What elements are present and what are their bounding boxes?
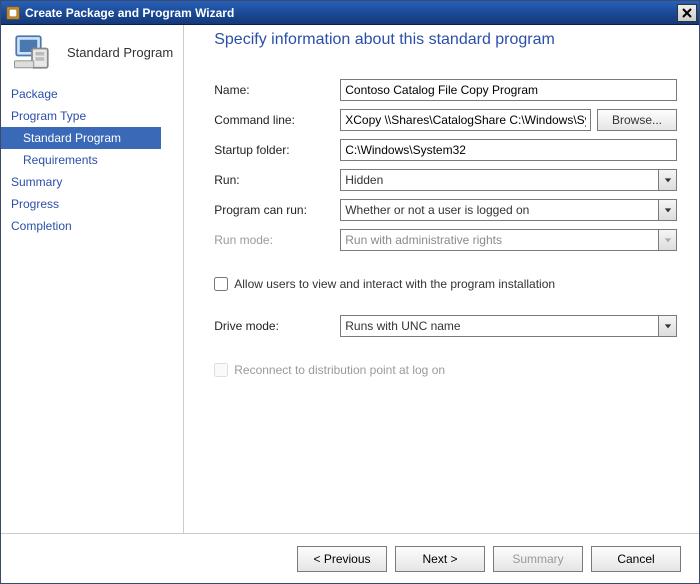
left-column: Standard Program Package Program Type St…: [1, 25, 183, 533]
close-button[interactable]: [677, 4, 697, 22]
content-area: Specify information about this standard …: [183, 25, 699, 533]
drive-mode-select[interactable]: Runs with UNC name: [340, 315, 677, 337]
titlebar: Create Package and Program Wizard: [1, 1, 699, 25]
run-mode-value: Run with administrative rights: [345, 233, 502, 247]
reconnect-row: Reconnect to distribution point at log o…: [214, 363, 677, 377]
label-startup-folder: Startup folder:: [214, 143, 334, 157]
cancel-button[interactable]: Cancel: [591, 546, 681, 572]
sidebar-step-requirements[interactable]: Requirements: [1, 149, 161, 171]
dropdown-arrow-icon: [658, 316, 676, 336]
drive-mode-value: Runs with UNC name: [345, 319, 460, 333]
dropdown-arrow-icon: [658, 170, 676, 190]
window-title: Create Package and Program Wizard: [25, 6, 677, 20]
app-icon: [5, 5, 21, 21]
reconnect-checkbox: [214, 363, 228, 377]
header-area: Standard Program: [1, 25, 183, 81]
close-icon: [682, 8, 692, 18]
computer-icon: [11, 31, 53, 73]
program-can-run-value: Whether or not a user is logged on: [345, 203, 529, 217]
run-mode-select: Run with administrative rights: [340, 229, 677, 251]
label-run-mode: Run mode:: [214, 233, 334, 247]
command-line-input[interactable]: [340, 109, 591, 131]
label-program-can-run: Program can run:: [214, 203, 334, 217]
page-heading: Specify information about this standard …: [214, 31, 677, 49]
sidebar-step-progress[interactable]: Progress: [1, 193, 161, 215]
dropdown-arrow-icon: [658, 230, 676, 250]
label-run: Run:: [214, 173, 334, 187]
startup-folder-input[interactable]: [340, 139, 677, 161]
reconnect-label: Reconnect to distribution point at log o…: [234, 363, 445, 377]
label-drive-mode: Drive mode:: [214, 319, 334, 333]
button-bar: < Previous Next > Summary Cancel: [1, 533, 699, 583]
sidebar-step-package[interactable]: Package: [1, 83, 161, 105]
previous-button[interactable]: < Previous: [297, 546, 387, 572]
program-can-run-select[interactable]: Whether or not a user is logged on: [340, 199, 677, 221]
run-select[interactable]: Hidden: [340, 169, 677, 191]
next-button[interactable]: Next >: [395, 546, 485, 572]
sidebar-step-completion[interactable]: Completion: [1, 215, 161, 237]
summary-button: Summary: [493, 546, 583, 572]
allow-interact-checkbox[interactable]: [214, 277, 228, 291]
body: Standard Program Package Program Type St…: [1, 25, 699, 583]
label-name: Name:: [214, 83, 334, 97]
name-input[interactable]: [340, 79, 677, 101]
sidebar: Package Program Type Standard Program Re…: [1, 81, 161, 237]
allow-interact-row: Allow users to view and interact with th…: [214, 277, 677, 291]
wizard-window: Create Package and Program Wizard: [0, 0, 700, 584]
allow-interact-label: Allow users to view and interact with th…: [234, 277, 555, 291]
sidebar-step-summary[interactable]: Summary: [1, 171, 161, 193]
upper-area: Standard Program Package Program Type St…: [1, 25, 699, 533]
dropdown-arrow-icon: [658, 200, 676, 220]
sidebar-step-standard-program[interactable]: Standard Program: [1, 127, 161, 149]
browse-button[interactable]: Browse...: [597, 109, 677, 131]
run-select-value: Hidden: [345, 173, 383, 187]
header-subtitle: Standard Program: [67, 45, 173, 60]
label-command-line: Command line:: [214, 113, 334, 127]
sidebar-step-program-type[interactable]: Program Type: [1, 105, 161, 127]
